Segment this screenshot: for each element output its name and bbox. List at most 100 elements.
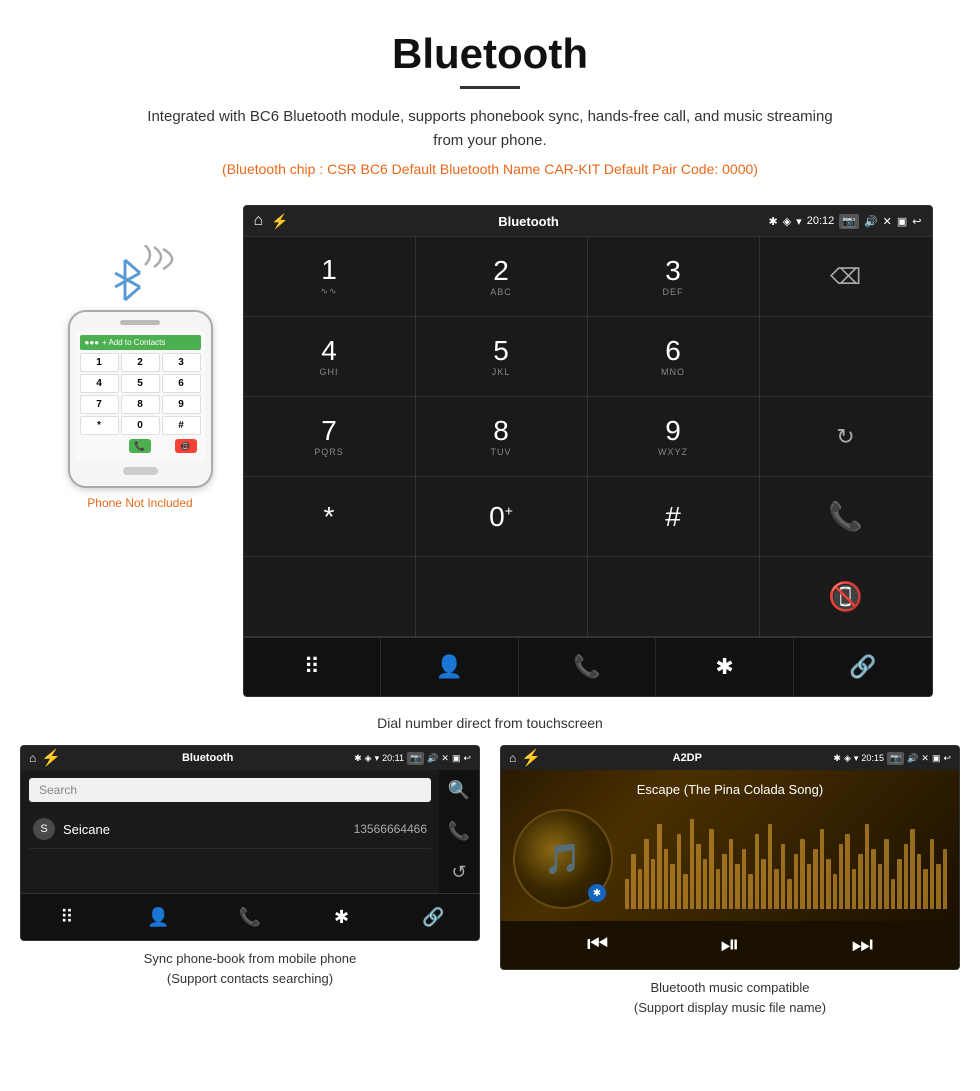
viz-bar-34: [839, 844, 843, 909]
dial-refresh-btn[interactable]: ↻: [760, 397, 932, 477]
bottom-contacts-icon[interactable]: 👤: [381, 638, 519, 696]
title-underline: [460, 86, 520, 89]
phone-end-btn[interactable]: 📵: [175, 439, 197, 453]
pb-back-icon[interactable]: ↩: [463, 753, 471, 764]
viz-bar-6: [657, 824, 661, 909]
pb-close-icon[interactable]: ✕: [441, 753, 449, 764]
camera-status-icon[interactable]: 📷: [839, 214, 859, 229]
music-next-btn[interactable]: ⏭: [851, 931, 873, 959]
dial-key-8[interactable]: 8 TUV: [416, 397, 588, 477]
phone-key-3[interactable]: 3: [162, 353, 201, 372]
music-card: ⌂ ⚡ A2DP ✱ ◈ ▾ 20:15 📷 🔊 ✕ ▣ ↩: [500, 745, 960, 1017]
status-time: 20:12: [807, 215, 835, 227]
viz-bar-3: [638, 869, 642, 909]
pb-bottom-phone[interactable]: 📞: [204, 894, 296, 940]
bluetooth-info: (Bluetooth chip : CSR BC6 Default Blueto…: [20, 161, 960, 177]
phone-bottom-bar: 📞 📵: [80, 439, 201, 453]
volume-status-icon[interactable]: 🔊: [864, 215, 878, 228]
phone-key-star[interactable]: *: [80, 416, 119, 435]
bottom-link-icon[interactable]: 🔗: [794, 638, 932, 696]
window-status-icon[interactable]: ▣: [897, 215, 907, 228]
phone-not-included-label: Phone Not Included: [87, 496, 192, 510]
pb-time: 20:11: [382, 753, 404, 763]
dial-key-9[interactable]: 9 WXYZ: [588, 397, 760, 477]
dial-key-7[interactable]: 7 PQRS: [244, 397, 416, 477]
dial-delete-btn[interactable]: ⌫: [760, 237, 932, 317]
dial-key-2[interactable]: 2 ABC: [416, 237, 588, 317]
pb-bottom-contacts[interactable]: 👤: [113, 894, 205, 940]
phone-key-5[interactable]: 5: [121, 374, 160, 393]
phone-key-hash[interactable]: #: [162, 416, 201, 435]
dial-key-star[interactable]: *: [244, 477, 416, 557]
ms-back-icon[interactable]: ↩: [943, 753, 951, 764]
phone-key-0[interactable]: 0: [121, 416, 160, 435]
phone-home-btn[interactable]: [123, 467, 158, 475]
viz-bar-24: [774, 869, 778, 909]
phone-key-9[interactable]: 9: [162, 395, 201, 414]
ms-time: 20:15: [861, 753, 884, 763]
viz-bar-40: [878, 864, 882, 909]
phone-key-8[interactable]: 8: [121, 395, 160, 414]
bottom-dialpad-icon[interactable]: ⠿: [244, 638, 382, 696]
search-bar[interactable]: Search: [29, 778, 431, 802]
phone-key-2[interactable]: 2: [121, 353, 160, 372]
sidebar-refresh-icon[interactable]: ↺: [451, 862, 466, 883]
sidebar-search-icon[interactable]: 🔍: [448, 780, 470, 801]
dial-key-4[interactable]: 4 GHI: [244, 317, 416, 397]
ms-win-icon[interactable]: ▣: [932, 753, 941, 764]
phonebook-card: ⌂ ⚡ Bluetooth ✱ ◈ ▾ 20:11 📷 🔊 ✕ ▣ ↩: [20, 745, 480, 1017]
status-bar-right: ✱ ◈ ▾ 20:12 📷 🔊 ✕ ▣ ↩: [768, 214, 921, 229]
bottom-bluetooth-icon[interactable]: ✱: [656, 638, 794, 696]
phonebook-app-title: Bluetooth: [182, 752, 233, 764]
phone-key-7[interactable]: 7: [80, 395, 119, 414]
pb-bottom-dialpad[interactable]: ⠿: [21, 894, 113, 940]
phone-call-btn[interactable]: 📞: [129, 439, 151, 453]
dial-key-5[interactable]: 5 JKL: [416, 317, 588, 397]
dial-red-call-btn[interactable]: 📵: [760, 557, 932, 637]
close-status-icon[interactable]: ✕: [883, 215, 892, 228]
viz-bar-14: [709, 829, 713, 909]
pb-camera-icon[interactable]: 📷: [407, 752, 424, 765]
pb-win-icon[interactable]: ▣: [452, 753, 461, 764]
viz-bar-37: [858, 854, 862, 909]
phone-key-4[interactable]: 4: [80, 374, 119, 393]
viz-bar-18: [735, 864, 739, 909]
ms-vol-icon[interactable]: 🔊: [907, 753, 918, 764]
dial-green-call-btn[interactable]: 📞: [760, 477, 932, 557]
status-bar-left: ⌂ ⚡: [254, 212, 289, 230]
music-visualizer: [625, 809, 947, 909]
back-status-icon[interactable]: ↩: [912, 215, 921, 228]
sidebar-phone-icon[interactable]: 📞: [448, 821, 470, 842]
music-prev-btn[interactable]: ⏮: [587, 931, 609, 959]
viz-bar-46: [917, 854, 921, 909]
pb-bottom-link[interactable]: 🔗: [387, 894, 479, 940]
phonebook-home-icon[interactable]: ⌂: [29, 751, 36, 765]
viz-bar-5: [651, 859, 655, 909]
viz-bar-36: [852, 869, 856, 909]
dial-key-hash[interactable]: #: [588, 477, 760, 557]
ms-close-icon[interactable]: ✕: [921, 753, 929, 764]
page-title: Bluetooth: [20, 30, 960, 78]
contact-row-seicane[interactable]: S Seicane 13566664466: [29, 810, 431, 849]
phone-key-6[interactable]: 6: [162, 374, 201, 393]
phone-frame: ●●●+ Add to Contacts 1 2 3 4 5 6 7 8 9 *…: [68, 310, 213, 488]
phonebook-content-area: Search S Seicane 13566664466 🔍 📞 ↺: [21, 770, 479, 893]
music-playpause-btn[interactable]: ⏯: [720, 931, 739, 959]
dial-key-6[interactable]: 6 MNO: [588, 317, 760, 397]
dial-key-1[interactable]: 1 ∿∿: [244, 237, 416, 317]
dial-key-0[interactable]: 0+: [416, 477, 588, 557]
music-app-title: A2DP: [673, 752, 702, 764]
music-home-icon[interactable]: ⌂: [509, 751, 516, 765]
viz-bar-43: [897, 859, 901, 909]
bottom-phone-icon[interactable]: 📞: [519, 638, 657, 696]
pb-vol-icon[interactable]: 🔊: [427, 753, 438, 764]
dial-key-3[interactable]: 3 DEF: [588, 237, 760, 317]
ms-camera-icon[interactable]: 📷: [887, 752, 904, 765]
home-icon[interactable]: ⌂: [254, 212, 264, 230]
phone-key-1[interactable]: 1: [80, 353, 119, 372]
bluetooth-icon-svg: [105, 255, 145, 305]
bluetooth-status-icon: ✱: [768, 215, 777, 228]
dial-caption: Dial number direct from touchscreen: [377, 715, 603, 731]
pb-bottom-bluetooth[interactable]: ✱: [296, 894, 388, 940]
viz-bar-33: [833, 874, 837, 909]
